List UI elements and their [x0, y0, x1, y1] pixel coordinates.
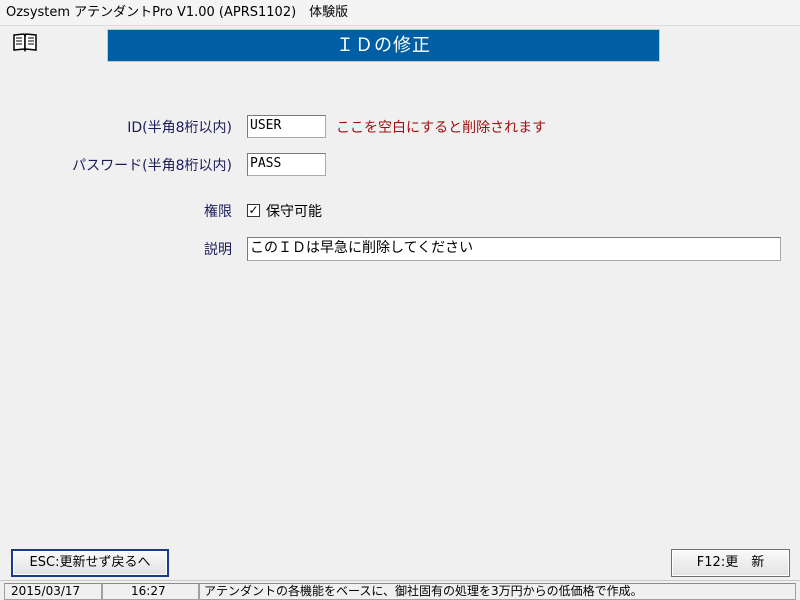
- id-input[interactable]: USER: [247, 115, 326, 138]
- f12-update-button[interactable]: F12:更 新: [671, 549, 790, 577]
- book-icon[interactable]: [12, 32, 38, 52]
- checkmark-icon: ✓: [248, 203, 259, 217]
- permission-label: 権限: [204, 204, 232, 220]
- maintenance-checkbox[interactable]: ✓: [247, 204, 260, 217]
- status-date: 2015/03/17: [4, 583, 102, 600]
- maintenance-checkbox-label[interactable]: 保守可能: [266, 201, 322, 221]
- esc-back-button[interactable]: ESC:更新せず戻るへ: [11, 549, 169, 577]
- password-input[interactable]: PASS: [247, 153, 326, 176]
- status-message: アテンダントの各機能をベースに、御社固有の処理を3万円からの低価格で作成。: [199, 583, 796, 600]
- status-bar: 2015/03/17 16:27 アテンダントの各機能をベースに、御社固有の処理…: [0, 580, 800, 600]
- password-label: パスワード(半角8桁以内): [72, 158, 232, 174]
- window-title: Ozsystem アテンダントPro V1.00 (APRS1102) 体験版: [6, 5, 349, 20]
- window-title-bar: Ozsystem アテンダントPro V1.00 (APRS1102) 体験版: [0, 0, 800, 26]
- status-time: 16:27: [102, 583, 199, 600]
- id-label: ID(半角8桁以内): [127, 120, 232, 136]
- page-title: ＩＤの修正: [107, 29, 660, 62]
- description-label: 説明: [204, 242, 232, 258]
- id-delete-note: ここを空白にすると削除されます: [336, 120, 547, 136]
- description-input[interactable]: このＩＤは早急に削除してください: [247, 237, 781, 261]
